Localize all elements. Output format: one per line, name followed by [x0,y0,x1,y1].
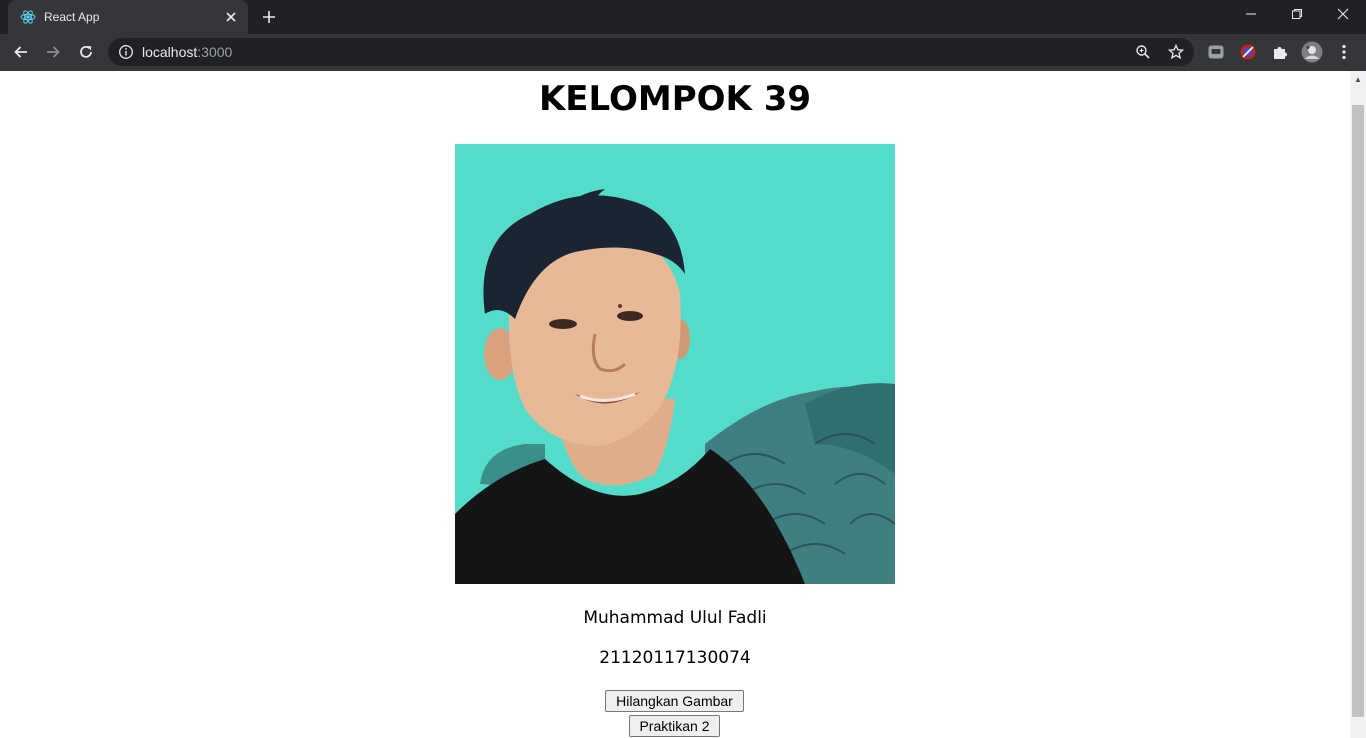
star-icon[interactable] [1165,41,1187,63]
window-close-icon[interactable] [1320,0,1366,30]
scrollbar-thumb[interactable] [1352,105,1364,717]
vertical-scrollbar[interactable]: ▲ [1350,71,1366,738]
restore-icon[interactable] [1274,0,1320,30]
forward-arrow-icon[interactable] [42,41,64,63]
tab-strip: React App [0,0,1366,34]
puzzle-icon[interactable] [1269,41,1291,63]
hide-image-button[interactable]: Hilangkan Gambar [605,690,744,712]
close-icon[interactable] [222,8,240,26]
profile-photo [455,144,895,584]
browser-toolbar: localhost:3000 [0,34,1366,71]
url-text: localhost:3000 [142,44,232,60]
address-bar[interactable]: localhost:3000 [108,38,1194,66]
page-content: KELOMPOK 39 Muhammad Ulul Fadli 21120117… [0,71,1350,738]
reload-icon[interactable] [75,41,97,63]
back-arrow-icon[interactable] [10,41,32,63]
plus-icon[interactable] [258,6,280,28]
blocker-extension-icon[interactable] [1237,41,1259,63]
tab-react-app[interactable]: React App [8,0,248,34]
member-name: Muhammad Ulul Fadli [583,608,767,628]
kebab-menu-icon[interactable] [1333,41,1355,63]
info-icon[interactable] [118,44,134,60]
scroll-up-arrow-icon[interactable]: ▲ [1350,71,1366,88]
tab-title: React App [44,10,100,24]
react-favicon-icon [20,9,36,25]
url-port: :3000 [197,44,233,60]
page-title: KELOMPOK 39 [538,79,812,119]
profile-avatar[interactable] [1301,41,1323,63]
member-nim: 21120117130074 [599,648,751,668]
minimize-icon[interactable] [1228,0,1274,30]
chat-extension-icon[interactable] [1205,41,1227,63]
zoom-icon[interactable] [1132,41,1154,63]
praktikan-2-button[interactable]: Praktikan 2 [629,715,720,737]
url-host: localhost [142,44,198,60]
